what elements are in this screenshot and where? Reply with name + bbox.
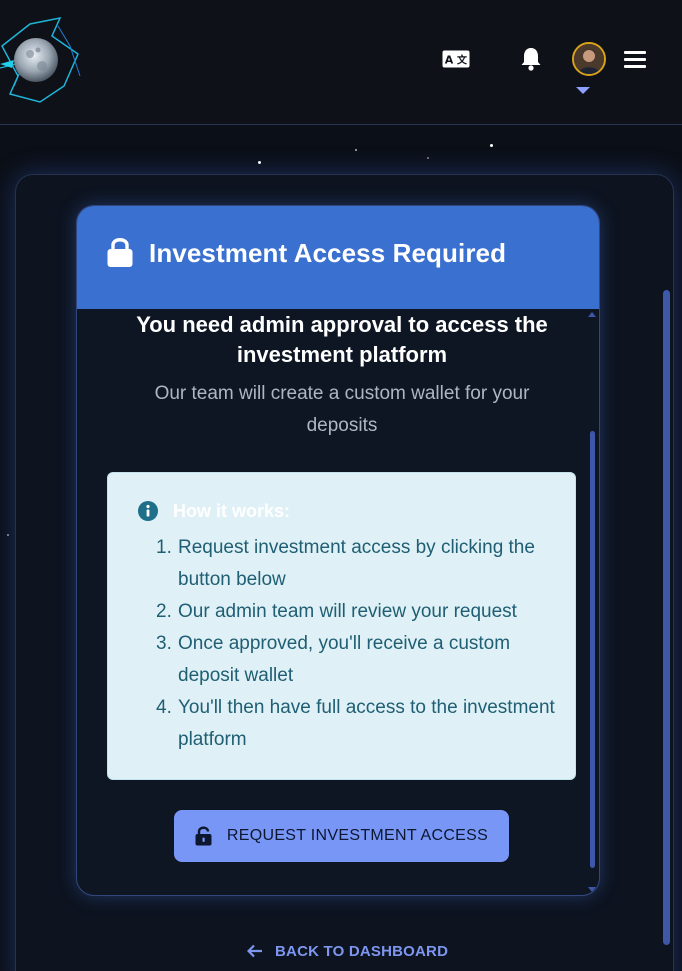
star-decoration	[427, 157, 429, 159]
wallet-subline: Our team will create a custom wallet for…	[154, 383, 530, 436]
list-item: 2. Our admin team will review your reque…	[156, 596, 556, 628]
card-scrollbar[interactable]	[590, 431, 595, 868]
step-text: You'll then have full access to the inve…	[178, 697, 555, 750]
how-it-works-box: How it works: 1. Request investment acce…	[107, 472, 576, 780]
translate-icon[interactable]: A 文	[441, 47, 471, 71]
back-link-label: BACK TO DASHBOARD	[275, 942, 449, 960]
arrow-left-icon	[246, 944, 263, 958]
step-text: Our admin team will review your request	[178, 601, 517, 622]
access-card: Investment Access Required You need admi…	[76, 205, 600, 896]
step-number: 1.	[156, 537, 172, 558]
step-number: 3.	[156, 633, 172, 654]
star-decoration	[490, 144, 493, 147]
page-scrollbar[interactable]	[663, 290, 670, 945]
star-decoration	[258, 161, 261, 164]
chevron-down-icon[interactable]	[576, 87, 590, 94]
list-item: 3. Once approved, you'll receive a custo…	[156, 628, 556, 692]
svg-text:A: A	[445, 54, 454, 67]
star-decoration	[7, 534, 9, 536]
step-number: 2.	[156, 601, 172, 622]
list-item: 4. You'll then have full access to the i…	[156, 692, 556, 756]
request-investment-access-button[interactable]: REQUEST INVESTMENT ACCESS	[174, 810, 509, 862]
back-to-dashboard-link[interactable]: BACK TO DASHBOARD	[246, 940, 449, 962]
star-decoration	[355, 149, 357, 151]
avatar[interactable]	[572, 42, 606, 76]
request-button-label: REQUEST INVESTMENT ACCESS	[226, 827, 489, 844]
svg-text:文: 文	[457, 54, 468, 67]
card-title: Investment Access Required	[149, 238, 507, 268]
bell-icon[interactable]	[518, 45, 544, 73]
scroll-down-arrow-icon[interactable]	[588, 887, 596, 892]
lock-icon	[107, 236, 133, 268]
moon-logo-icon[interactable]	[0, 16, 82, 104]
top-bar: A 文	[0, 0, 682, 125]
scroll-up-arrow-icon[interactable]	[588, 312, 596, 317]
approval-headline: You need admin approval to access the in…	[136, 312, 548, 367]
how-it-works-title: How it works:	[173, 501, 291, 521]
steps-list: 1. Request investment access by clicking…	[156, 532, 556, 756]
hamburger-menu-icon[interactable]	[622, 48, 648, 70]
step-text: Once approved, you'll receive a custom d…	[178, 633, 511, 686]
step-number: 4.	[156, 697, 172, 718]
card-header: Investment Access Required	[77, 206, 599, 309]
info-icon	[138, 501, 158, 521]
list-item: 1. Request investment access by clicking…	[156, 532, 556, 596]
unlock-icon	[195, 826, 213, 846]
step-text: Request investment access by clicking th…	[178, 537, 535, 590]
